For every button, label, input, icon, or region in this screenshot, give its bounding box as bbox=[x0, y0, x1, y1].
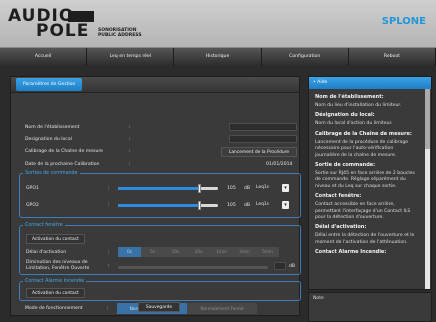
gpo2-label: GPO2 bbox=[26, 203, 39, 208]
colon: : bbox=[129, 137, 131, 142]
nav-accueil[interactable]: Accueil bbox=[0, 48, 88, 66]
help-section-text: Nom du local d'action du limiteur. bbox=[315, 121, 393, 127]
colon: : bbox=[108, 186, 110, 191]
colon: : bbox=[108, 264, 110, 269]
colon: : bbox=[129, 149, 131, 154]
colon: : bbox=[107, 306, 109, 311]
nav-configuration[interactable]: Configuration bbox=[262, 48, 349, 66]
diminution-label-2: Limitation, Fenêtre Ouverte bbox=[26, 266, 90, 271]
settings-panel: Paramètres de Gestion Nom de l'établisse… bbox=[10, 76, 301, 316]
delai-option[interactable]: 10s bbox=[164, 247, 187, 257]
etablissement-input[interactable] bbox=[229, 123, 297, 131]
mode-option[interactable]: Normalement Fermé bbox=[187, 303, 257, 314]
delai-segmented-control: 0s 5s 10s 20s 1min 2min 5min bbox=[118, 247, 279, 257]
colon: : bbox=[129, 125, 131, 130]
help-section-title: Contact Alarme Incendie: bbox=[315, 249, 387, 256]
nav-reboot[interactable]: Reboot bbox=[349, 48, 436, 66]
diminution-unit: dB bbox=[289, 264, 296, 269]
colon: : bbox=[108, 250, 110, 255]
date-calibration-value: 01/01/2014 bbox=[266, 162, 293, 167]
nav-leq-temps-reel[interactable]: Leq en temps réel bbox=[87, 48, 175, 66]
delai-option[interactable]: 20s bbox=[187, 247, 210, 257]
gpo2-slider-thumb[interactable] bbox=[198, 201, 201, 210]
incendie-activation-button[interactable]: Activation du contact bbox=[26, 288, 85, 298]
gpo1-label: GPO1 bbox=[26, 186, 39, 191]
diminution-input[interactable] bbox=[274, 262, 286, 270]
gpo1-slider-fill bbox=[118, 187, 200, 190]
gpo1-db-unit: dB bbox=[244, 186, 251, 191]
calibrage-label: Calibrage de la Chaîne de mesure bbox=[25, 149, 103, 154]
main-nav: Accueil Leq en temps réel Historique Con… bbox=[0, 48, 436, 66]
designation-input[interactable] bbox=[229, 135, 297, 143]
help-section-title: Contact fenêtre: bbox=[315, 193, 362, 200]
gpo2-slider[interactable] bbox=[118, 201, 218, 210]
gpo1-slider-thumb[interactable] bbox=[198, 184, 201, 193]
app-header: AUDIO POLE SONORISATION PUBLIC ADDRESS S… bbox=[0, 0, 436, 48]
fenetre-activation-button[interactable]: Activation du contact bbox=[26, 234, 85, 244]
delai-option[interactable]: 1min bbox=[210, 247, 233, 257]
help-section-text: Délai entre la détection de l'ouverture … bbox=[315, 233, 415, 245]
help-panel: • Aide Nom de l'établissement: Nom du lie… bbox=[308, 76, 432, 290]
help-section-title: Délai d'activation: bbox=[315, 224, 367, 231]
delai-option[interactable]: 5min bbox=[256, 247, 279, 257]
delai-option[interactable]: 5s bbox=[141, 247, 164, 257]
incendie-fieldset: Contact Alarme Incendie Activation du co… bbox=[19, 278, 301, 301]
date-calibration-label: Date de la prochaine Calibration bbox=[25, 162, 100, 167]
diminution-slider[interactable] bbox=[118, 266, 268, 269]
gpo2-leq-select[interactable]: Leq1s bbox=[256, 201, 269, 209]
chevron-down-icon[interactable]: ▾ bbox=[282, 184, 289, 192]
delai-label: Délai d'activation bbox=[26, 250, 67, 255]
sorties-fieldset: Sorties de commande GPO1 : 105 dB Leq1s … bbox=[19, 170, 301, 218]
brand-name: SPLONE bbox=[381, 16, 426, 27]
help-section-title: Sortie de commande: bbox=[315, 162, 376, 169]
gpo2-slider-fill bbox=[118, 204, 200, 207]
help-section-text: Sortie sur RJ45 en face arrière de 2 bou… bbox=[315, 171, 415, 189]
help-section-title: Calibrage de la Chaîne de mesure: bbox=[315, 130, 412, 137]
help-section-text: Lancement de la procédure de calibrage n… bbox=[315, 139, 409, 158]
gpo1-leq-select[interactable]: Leq1s bbox=[256, 184, 269, 192]
help-title: Aide bbox=[317, 80, 328, 85]
help-scrollbar-thumb[interactable] bbox=[425, 89, 430, 149]
incendie-legend: Contact Alarme Incendie bbox=[23, 278, 87, 285]
colon: : bbox=[108, 203, 110, 208]
nav-historique[interactable]: Historique bbox=[174, 48, 262, 66]
help-section-title: Nom de l'établissement: bbox=[315, 94, 384, 100]
tab-parametres-gestion[interactable]: Paramètres de Gestion bbox=[16, 78, 83, 91]
logo-pole-text: POLE bbox=[36, 21, 90, 41]
help-header: • Aide bbox=[309, 77, 431, 89]
gpo1-slider[interactable] bbox=[118, 184, 218, 193]
fenetre-legend: Contact fenêtre bbox=[23, 222, 65, 229]
sorties-legend: Sorties de commande bbox=[23, 170, 80, 177]
colon: : bbox=[129, 162, 131, 167]
panel-tabbar: Paramètres de Gestion bbox=[11, 77, 299, 93]
gpo1-db-value: 105 bbox=[227, 186, 236, 191]
designation-label: Designation du local bbox=[25, 137, 72, 142]
help-scrollbar[interactable] bbox=[425, 89, 430, 289]
note-panel: Note bbox=[308, 292, 432, 322]
note-label: Note bbox=[313, 296, 324, 301]
logo-sub-public-address: PUBLIC ADDRESS bbox=[98, 33, 142, 38]
help-section-title: Désignation du local: bbox=[315, 112, 375, 119]
gpo2-db-unit: dB bbox=[244, 203, 251, 208]
delai-option[interactable]: 2min bbox=[233, 247, 256, 257]
chevron-down-icon[interactable]: ▾ bbox=[282, 201, 289, 209]
help-section-text: Contact accessible en face arrière, perm… bbox=[315, 202, 411, 221]
gpo2-db-value: 105 bbox=[227, 203, 236, 208]
etablissement-label: Nom de l'établissement bbox=[25, 125, 80, 130]
fenetre-fieldset: Contact fenêtre Activation du contact Dé… bbox=[19, 222, 301, 275]
mode-label: Mode de fonctionnement bbox=[25, 306, 83, 311]
help-section-text: Nom du lieu d'installation du limiteur. bbox=[315, 103, 402, 108]
launch-calibration-button[interactable]: Lancement de la Procédure bbox=[221, 147, 297, 157]
help-body: Nom de l'établissement: Nom du lieu d'ins… bbox=[315, 91, 419, 258]
save-button-visible[interactable]: Sauvegarde bbox=[138, 302, 180, 312]
delai-option[interactable]: 0s bbox=[118, 247, 141, 257]
audio-pole-logo[interactable]: AUDIO POLE SONORISATION PUBLIC ADDRESS bbox=[8, 8, 142, 41]
